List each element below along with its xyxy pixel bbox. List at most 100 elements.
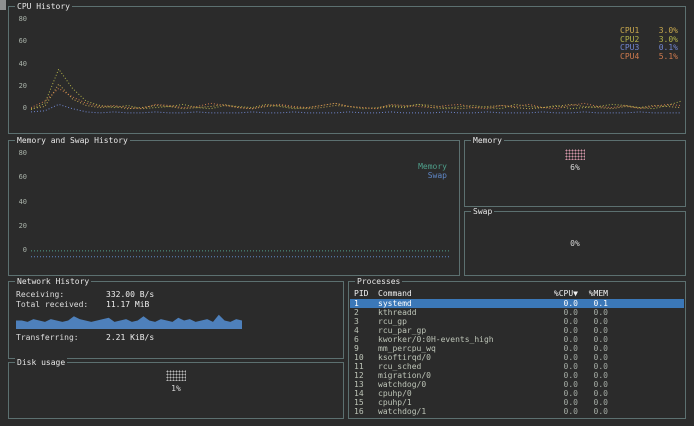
memory-swap-y-axis: 80 60 40 20 0 [16,150,27,254]
cpu-legend-label: CPU4 [620,53,639,62]
memory-percent: 6% [570,163,580,172]
process-pid: 9 [354,344,378,353]
process-row[interactable]: 15 cpuhp/1 0.0 0.0 [350,398,684,407]
transferring-row: Transferring: 2.21 KiB/s [16,333,154,342]
system-monitor-screen: CPU History 80 60 40 20 0 CPU1 3.0% CPU2… [0,0,694,426]
terminal-scroll-artifact [0,0,6,10]
process-row[interactable]: 1 systemd 0.0 0.1 [350,299,684,308]
header-mem[interactable]: %MEM [578,289,608,298]
y-tick: 20 [16,223,27,230]
memory-swap-legend: Memory Swap [397,163,447,180]
process-command: rcu_sched [378,362,542,371]
process-pid: 4 [354,326,378,335]
process-command: watchdog/1 [378,407,542,416]
process-row[interactable]: 16 watchdog/1 0.0 0.0 [350,407,684,416]
header-pid[interactable]: PID [354,289,378,298]
cpu-history-panel: CPU History 80 60 40 20 0 CPU1 3.0% CPU2… [8,6,686,134]
process-command: cpuhp/1 [378,398,542,407]
process-row[interactable]: 11 rcu_sched 0.0 0.0 [350,362,684,371]
process-command: watchdog/0 [378,380,542,389]
process-cpu: 0.0 [542,308,578,317]
process-cpu: 0.0 [542,389,578,398]
process-pid: 3 [354,317,378,326]
memory-usage-dot-matrix-icon [565,149,585,160]
process-cpu: 0.0 [542,362,578,371]
receiving-value: 332.00 B/s [106,290,154,299]
process-command: systemd [378,299,542,308]
process-command: ksoftirqd/0 [378,353,542,362]
y-tick: 0 [16,247,27,254]
y-tick: 60 [16,174,27,181]
process-pid: 12 [354,371,378,380]
network-history-panel: Network History Receiving: 332.00 B/s To… [8,281,344,359]
process-pid: 2 [354,308,378,317]
cpu-legend-value: 5.1% [659,53,678,62]
process-command: mm_percpu_wq [378,344,542,353]
swap-panel: Swap 0% [464,211,686,276]
disk-usage-title: Disk usage [15,358,67,367]
process-command: cpuhp/0 [378,389,542,398]
process-cpu: 0.0 [542,335,578,344]
memory-swap-legend-label: Swap [428,172,447,181]
process-mem: 0.0 [578,407,608,416]
process-row[interactable]: 14 cpuhp/0 0.0 0.0 [350,389,684,398]
process-cpu: 0.0 [542,344,578,353]
process-cpu: 0.0 [542,398,578,407]
process-row[interactable]: 6 kworker/0:0H-events_high 0.0 0.0 [350,335,684,344]
memory-swap-history-panel: Memory and Swap History 80 60 40 20 0 Me… [8,140,460,276]
process-command: kthreadd [378,308,542,317]
memory-panel-title: Memory [471,136,504,145]
process-mem: 0.0 [578,362,608,371]
cpu-history-title: CPU History [15,2,72,11]
process-row[interactable]: 13 watchdog/0 0.0 0.0 [350,380,684,389]
receiving-label: Receiving: [16,290,106,299]
memory-swap-history-title: Memory and Swap History [15,136,130,145]
receiving-row: Receiving: 332.00 B/s [16,290,154,299]
process-cpu: 0.0 [542,380,578,389]
process-command: rcu_par_gp [378,326,542,335]
disk-usage-panel: Disk usage 1% [8,362,344,419]
memory-swap-legend-item: Swap [397,172,447,181]
process-mem: 0.0 [578,389,608,398]
y-tick: 40 [16,61,27,68]
memory-swap-history-chart [31,154,451,258]
process-cpu: 0.0 [542,326,578,335]
total-received-label: Total received: [16,300,106,309]
process-pid: 6 [354,335,378,344]
transferring-value: 2.21 KiB/s [106,333,154,342]
total-received-row: Total received: 11.17 MiB [16,300,149,309]
disk-gauge: 1% [9,370,343,393]
process-mem: 0.0 [578,335,608,344]
process-row[interactable]: 9 mm_percpu_wq 0.0 0.0 [350,344,684,353]
process-table-header: PID Command %CPU▼ %MEM [350,289,684,298]
header-cpu-sort[interactable]: %CPU▼ [542,289,578,298]
process-row[interactable]: 4 rcu_par_gp 0.0 0.0 [350,326,684,335]
y-tick: 80 [16,16,27,23]
process-mem: 0.0 [578,353,608,362]
process-cpu: 0.0 [542,353,578,362]
disk-percent: 1% [171,384,181,393]
network-receiving-chart [16,312,242,329]
disk-usage-dot-matrix-icon [166,370,186,381]
swap-percent: 0% [465,212,685,275]
process-row[interactable]: 2 kthreadd 0.0 0.0 [350,308,684,317]
process-mem: 0.0 [578,371,608,380]
process-mem: 0.0 [578,317,608,326]
memory-panel: Memory 6% [464,140,686,207]
processes-panel: Processes PID Command %CPU▼ %MEM 1 syste… [348,281,686,419]
process-mem: 0.0 [578,344,608,353]
network-history-title: Network History [15,277,91,286]
process-cpu: 0.0 [542,407,578,416]
process-pid: 11 [354,362,378,371]
process-cpu: 0.0 [542,299,578,308]
cpu-history-chart [31,20,681,114]
cpu-legend: CPU1 3.0% CPU2 3.0% CPU3 0.1% CPU4 5.1% [620,27,678,61]
process-row[interactable]: 3 rcu_gp 0.0 0.0 [350,317,684,326]
header-command[interactable]: Command [378,289,542,298]
processes-title: Processes [355,277,402,286]
process-table: 1 systemd 0.0 0.1 2 kthreadd 0.0 0.0 3 r… [350,299,684,416]
total-received-value: 11.17 MiB [106,300,149,309]
process-command: rcu_gp [378,317,542,326]
process-row[interactable]: 10 ksoftirqd/0 0.0 0.0 [350,353,684,362]
process-row[interactable]: 12 migration/0 0.0 0.0 [350,371,684,380]
